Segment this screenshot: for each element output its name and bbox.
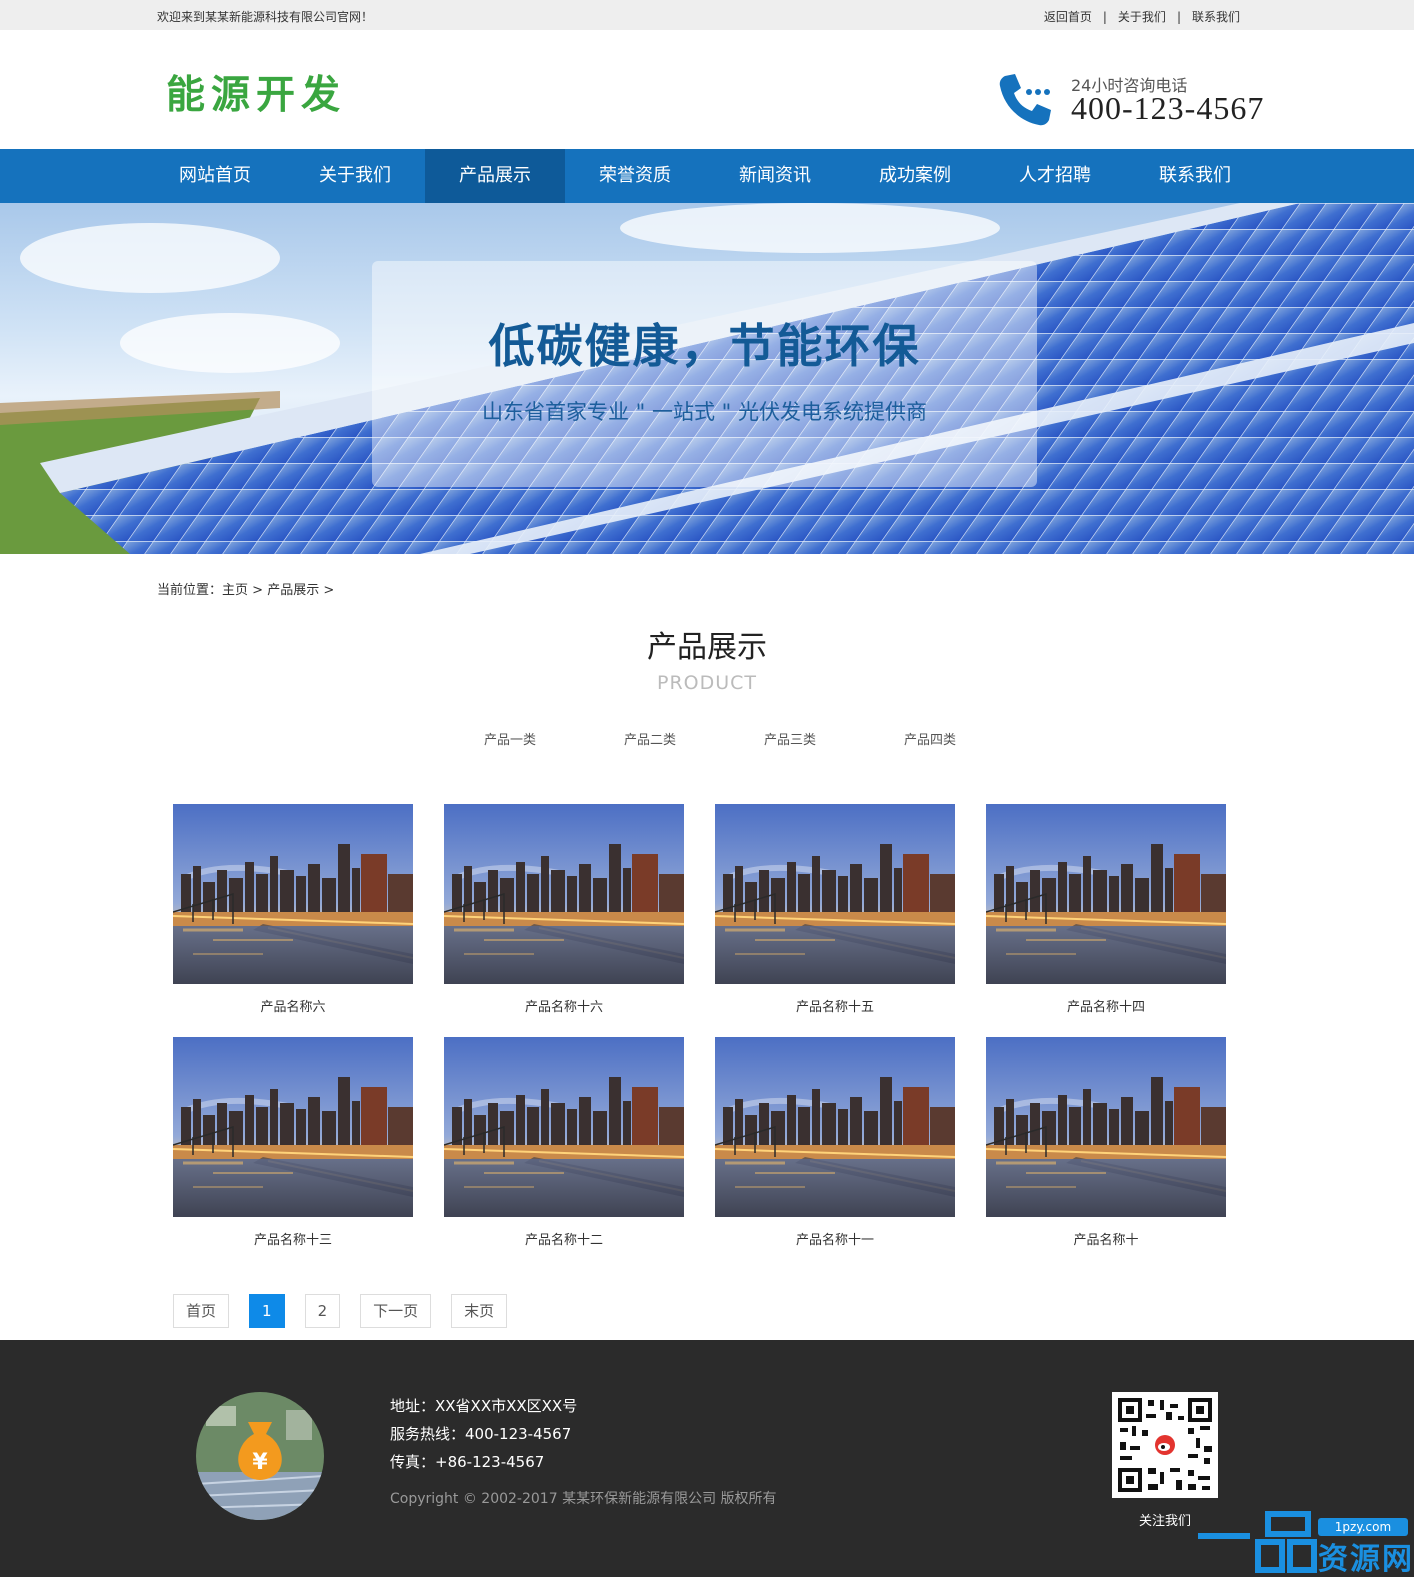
pager-page-1[interactable]: 1 <box>249 1294 285 1328</box>
footer-contact-info: 地址：XX省XX市XX区XX号 服务热线：400-123-4567 传真：+86… <box>390 1392 577 1476</box>
product-image[interactable] <box>986 804 1226 984</box>
section-title: 产品展示 <box>647 630 767 665</box>
product-image[interactable] <box>444 804 684 984</box>
breadcrumb-label: 当前位置： <box>157 583 223 598</box>
product-name[interactable]: 产品名称十六 <box>444 996 684 1015</box>
phone-icon <box>999 74 1051 126</box>
product-image[interactable] <box>715 804 955 984</box>
welcome-text: 欢迎来到某某新能源科技有限公司官网！ <box>157 10 374 24</box>
top-link-separator: | <box>1102 9 1107 24</box>
breadcrumb-current[interactable]: 产品展示 <box>267 583 319 598</box>
product-card[interactable]: 产品名称十四 <box>986 804 1226 1015</box>
nav-item-honors[interactable]: 荣誉资质 <box>565 149 705 203</box>
product-name[interactable]: 产品名称十二 <box>444 1229 684 1248</box>
banner-subtitle: 山东省首家专业 " 一站式 " 光伏发电系统提供商 <box>481 400 928 424</box>
qr-code-icon <box>1112 1392 1218 1498</box>
pager-first[interactable]: 首页 <box>173 1294 230 1328</box>
product-image[interactable] <box>986 1037 1226 1217</box>
hero-banner: 低碳健康，节能环保 山东省首家专业 " 一站式 " 光伏发电系统提供商 <box>0 203 1414 554</box>
main-nav: 网站首页 关于我们 产品展示 荣誉资质 新闻资讯 成功案例 人才招聘 联系我们 <box>0 149 1414 203</box>
product-name[interactable]: 产品名称十 <box>986 1229 1226 1248</box>
breadcrumb-separator: > <box>252 583 264 598</box>
svg-text:¥: ¥ <box>252 1450 268 1475</box>
footer-copyright: Copyright © 2002-2017 某某环保新能源有限公司 版权所有 <box>390 1491 777 1507</box>
product-card[interactable]: 产品名称十五 <box>715 804 955 1015</box>
nav-item-cases[interactable]: 成功案例 <box>845 149 985 203</box>
breadcrumb-separator: > <box>323 583 335 598</box>
site-logo[interactable]: 能源开发 <box>166 64 346 120</box>
pagination: 首页 1 2 下一页 末页 <box>173 1294 527 1328</box>
banner-title: 低碳健康，节能环保 <box>488 319 921 373</box>
money-bag-icon: ¥ <box>196 1392 324 1520</box>
category-tab-3[interactable]: 产品三类 <box>720 729 860 748</box>
footer-address: 地址：XX省XX市XX区XX号 <box>390 1397 578 1415</box>
product-name[interactable]: 产品名称十一 <box>715 1229 955 1248</box>
product-name[interactable]: 产品名称十四 <box>986 996 1226 1015</box>
top-link-contact[interactable]: 联系我们 <box>1192 8 1240 25</box>
product-image[interactable] <box>715 1037 955 1217</box>
phone-number: 400-123-4567 <box>1071 90 1265 126</box>
nav-item-home[interactable]: 网站首页 <box>145 149 285 203</box>
product-name[interactable]: 产品名称十五 <box>715 996 955 1015</box>
product-card[interactable]: 产品名称十三 <box>173 1037 413 1248</box>
footer-hotline: 服务热线：400-123-4567 <box>390 1425 572 1443</box>
top-link-separator: | <box>1176 9 1181 24</box>
top-links: 返回首页 | 关于我们 | 联系我们 <box>1044 8 1240 25</box>
product-image[interactable] <box>444 1037 684 1217</box>
product-card[interactable]: 产品名称十六 <box>444 804 684 1015</box>
nav-item-products[interactable]: 产品展示 <box>425 149 565 203</box>
nav-item-news[interactable]: 新闻资讯 <box>705 149 845 203</box>
header: 能源开发 24小时咨询电话 400-123-4567 <box>0 30 1414 149</box>
breadcrumb: 当前位置：主页 > 产品展示 > <box>157 579 334 598</box>
category-tabs: 产品一类 产品二类 产品三类 产品四类 <box>440 729 1000 748</box>
category-tab-2[interactable]: 产品二类 <box>580 729 720 748</box>
top-link-about[interactable]: 关于我们 <box>1118 8 1166 25</box>
footer-fax: 传真：+86-123-4567 <box>390 1453 545 1471</box>
top-bar: 欢迎来到某某新能源科技有限公司官网！ 返回首页 | 关于我们 | 联系我们 <box>0 0 1414 30</box>
product-card[interactable]: 产品名称十一 <box>715 1037 955 1248</box>
product-card[interactable]: 产品名称十二 <box>444 1037 684 1248</box>
product-image[interactable] <box>173 804 413 984</box>
footer: ¥ 地址：XX省XX市XX区XX号 服务热线：400-123-4567 传真：+… <box>0 1340 1414 1577</box>
pager-next[interactable]: 下一页 <box>360 1294 432 1328</box>
pager-page-2[interactable]: 2 <box>304 1294 341 1328</box>
category-tab-1[interactable]: 产品一类 <box>440 729 580 748</box>
product-card[interactable]: 产品名称十 <box>986 1037 1226 1248</box>
product-image[interactable] <box>173 1037 413 1217</box>
category-tab-4[interactable]: 产品四类 <box>860 729 1000 748</box>
watermark-text: 资源网 <box>1318 1542 1414 1577</box>
product-card[interactable]: 产品名称六 <box>173 804 413 1015</box>
pager-last[interactable]: 末页 <box>451 1294 508 1328</box>
top-link-home[interactable]: 返回首页 <box>1044 8 1092 25</box>
product-name[interactable]: 产品名称十三 <box>173 1229 413 1248</box>
breadcrumb-home[interactable]: 主页 <box>222 583 248 598</box>
nav-item-about[interactable]: 关于我们 <box>285 149 425 203</box>
nav-item-contact[interactable]: 联系我们 <box>1125 149 1265 203</box>
product-name[interactable]: 产品名称六 <box>173 996 413 1015</box>
nav-item-jobs[interactable]: 人才招聘 <box>985 149 1125 203</box>
section-subtitle: PRODUCT <box>656 672 758 694</box>
